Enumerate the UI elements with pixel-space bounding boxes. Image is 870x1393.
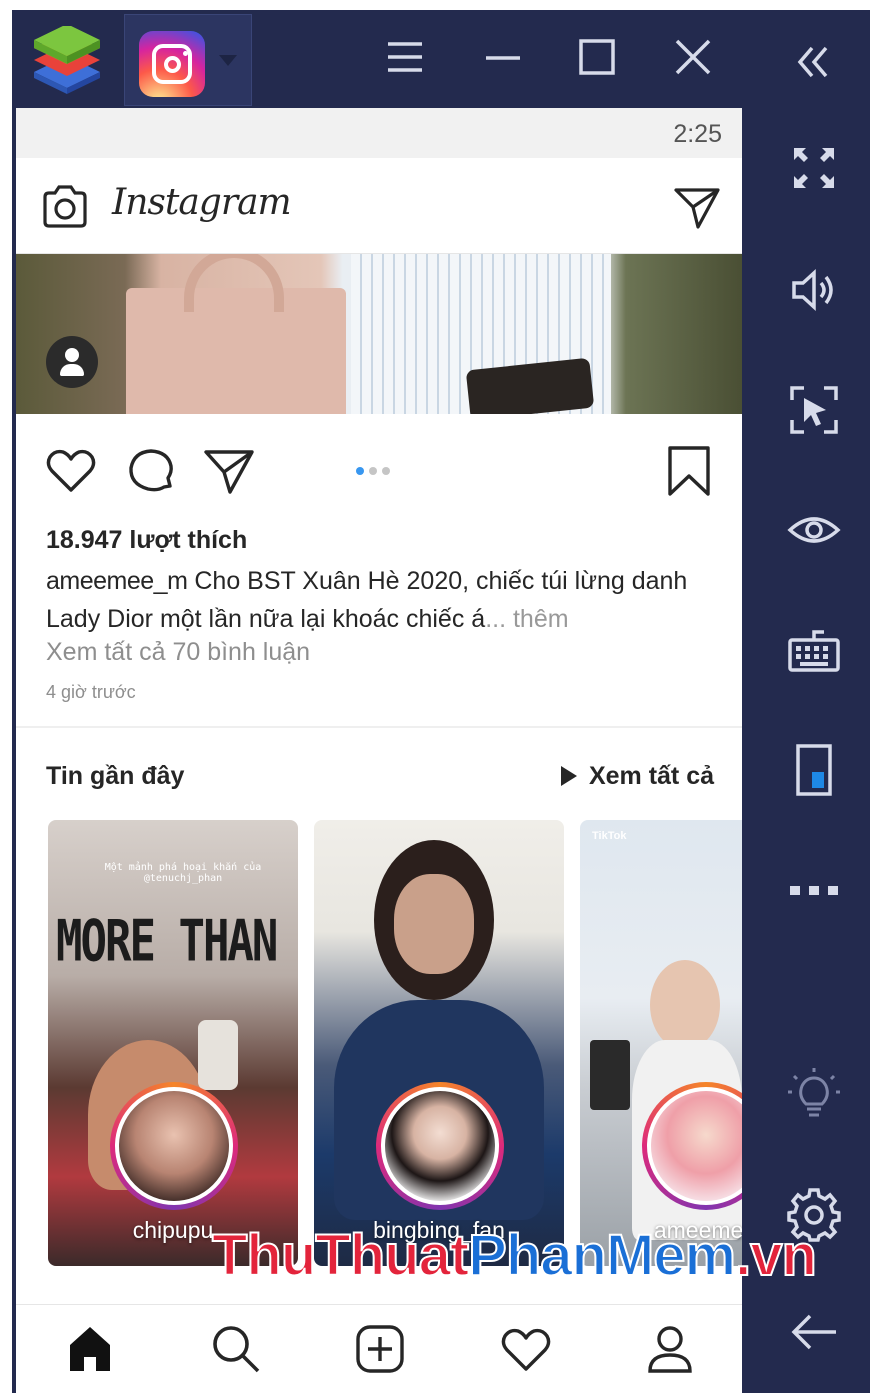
bottom-navigation: [16, 1304, 742, 1393]
camera-button[interactable]: [40, 182, 90, 232]
paper-plane-icon: [674, 188, 720, 229]
story-avatar: [376, 1082, 504, 1210]
emulator-titlebar: [12, 10, 742, 108]
back-arrow-icon: [791, 1314, 836, 1350]
home-icon: [70, 1327, 110, 1371]
menu-icon: [388, 42, 422, 72]
eye-button[interactable]: [786, 502, 842, 558]
post-caption: ameemee_m Cho BST Xuân Hè 2020, chiếc tú…: [46, 562, 726, 638]
recent-stories-row: Một mảnh phá hoại khắn của @tenuchj_phan…: [48, 820, 742, 1266]
minimize-button[interactable]: [478, 32, 528, 82]
story-avatar: [110, 1082, 238, 1210]
post-actions: [16, 414, 742, 524]
heart-icon: [501, 1328, 551, 1371]
nav-activity[interactable]: [498, 1321, 554, 1377]
recent-stories-title: Tin gần đây: [46, 762, 185, 790]
keyboard-icon: [788, 630, 840, 672]
see-all-stories-button[interactable]: Xem tất cả: [560, 762, 714, 791]
comment-icon: [129, 449, 173, 492]
emulator-window: 2:25 Instagram 18.947 lượt thích ameemee…: [12, 10, 870, 1393]
like-button[interactable]: [44, 444, 98, 498]
lightbulb-icon: [788, 1068, 840, 1117]
story-overlay-text: Một mảnh phá hoại khắn của @tenuchj_phan: [104, 862, 262, 884]
view-comments-link[interactable]: Xem tất cả 70 bình luận: [46, 638, 310, 667]
comment-button[interactable]: [124, 444, 178, 498]
story-card-ameemee[interactable]: TikTok ameemee: [580, 820, 742, 1266]
pointer-capture-button[interactable]: [786, 382, 842, 438]
status-clock: 2:25: [673, 120, 722, 148]
collapse-sidebar-button[interactable]: [786, 34, 842, 90]
story-overlay-headline: MORE THAN: [56, 908, 278, 975]
carousel-dot: [382, 467, 390, 475]
device-button[interactable]: [786, 742, 842, 798]
fullscreen-button[interactable]: [786, 140, 842, 196]
bluestacks-logo[interactable]: [28, 24, 106, 96]
carousel-indicator: [356, 462, 395, 480]
back-button[interactable]: [786, 1304, 842, 1360]
see-all-label: Xem tất cả: [588, 762, 714, 790]
double-chevron-left-icon: [797, 46, 828, 78]
status-bar: 2:25: [16, 108, 742, 158]
post-image[interactable]: [16, 254, 742, 414]
nav-home[interactable]: [62, 1321, 118, 1377]
heart-icon: [46, 449, 96, 492]
like-count[interactable]: 18.947 lượt thích: [46, 526, 247, 555]
nav-profile[interactable]: [642, 1321, 698, 1377]
story-card-chipupu[interactable]: Một mảnh phá hoại khắn của @tenuchj_phan…: [48, 820, 298, 1266]
section-divider: [16, 726, 742, 728]
play-icon: [560, 766, 577, 786]
more-button[interactable]: [786, 862, 842, 918]
pointer-icon: [790, 386, 838, 434]
post-timestamp: 4 giờ trước: [46, 682, 136, 702]
phone-icon: [796, 744, 832, 796]
more-icon: [790, 886, 838, 895]
bookmark-icon: [668, 446, 710, 496]
menu-button[interactable]: [380, 32, 430, 82]
chevron-down-icon[interactable]: [219, 55, 237, 66]
site-watermark: ThuThuatPhanMem.vn: [211, 1222, 818, 1289]
instagram-header: Instagram: [16, 158, 742, 254]
minimize-icon: [486, 56, 520, 60]
keyboard-button[interactable]: [786, 624, 842, 680]
caption-username[interactable]: ameemee_m: [46, 567, 188, 595]
carousel-dot-active: [356, 467, 364, 475]
share-button[interactable]: [202, 444, 256, 498]
close-icon: [675, 39, 711, 75]
fullscreen-icon: [794, 148, 834, 188]
emulator-sidebar: [742, 10, 870, 1393]
direct-message-button[interactable]: [672, 182, 722, 232]
nav-new-post[interactable]: [352, 1321, 408, 1377]
carousel-dot: [369, 467, 377, 475]
volume-icon: [792, 269, 833, 311]
lightbulb-button[interactable]: [786, 1066, 842, 1122]
profile-icon: [648, 1326, 692, 1373]
close-button[interactable]: [668, 32, 718, 82]
search-icon: [213, 1326, 260, 1373]
nav-search[interactable]: [208, 1321, 264, 1377]
tab-instagram[interactable]: [124, 14, 252, 106]
plus-square-icon: [356, 1325, 404, 1373]
eye-icon: [787, 517, 841, 543]
story-card-bingbing-fan[interactable]: bingbing_fan: [314, 820, 564, 1266]
volume-button[interactable]: [786, 262, 842, 318]
tagged-user-icon[interactable]: [46, 336, 98, 388]
maximize-button[interactable]: [572, 32, 622, 82]
caption-more-link[interactable]: ... thêm: [485, 605, 568, 633]
instagram-wordmark: Instagram: [112, 182, 292, 223]
android-screen: 2:25 Instagram 18.947 lượt thích ameemee…: [16, 108, 742, 1393]
save-button[interactable]: [662, 444, 716, 498]
instagram-icon: [139, 31, 205, 97]
story-source-tag: TikTok: [592, 830, 627, 842]
camera-icon: [43, 185, 87, 228]
maximize-icon: [579, 39, 615, 75]
paper-plane-icon: [204, 450, 254, 494]
